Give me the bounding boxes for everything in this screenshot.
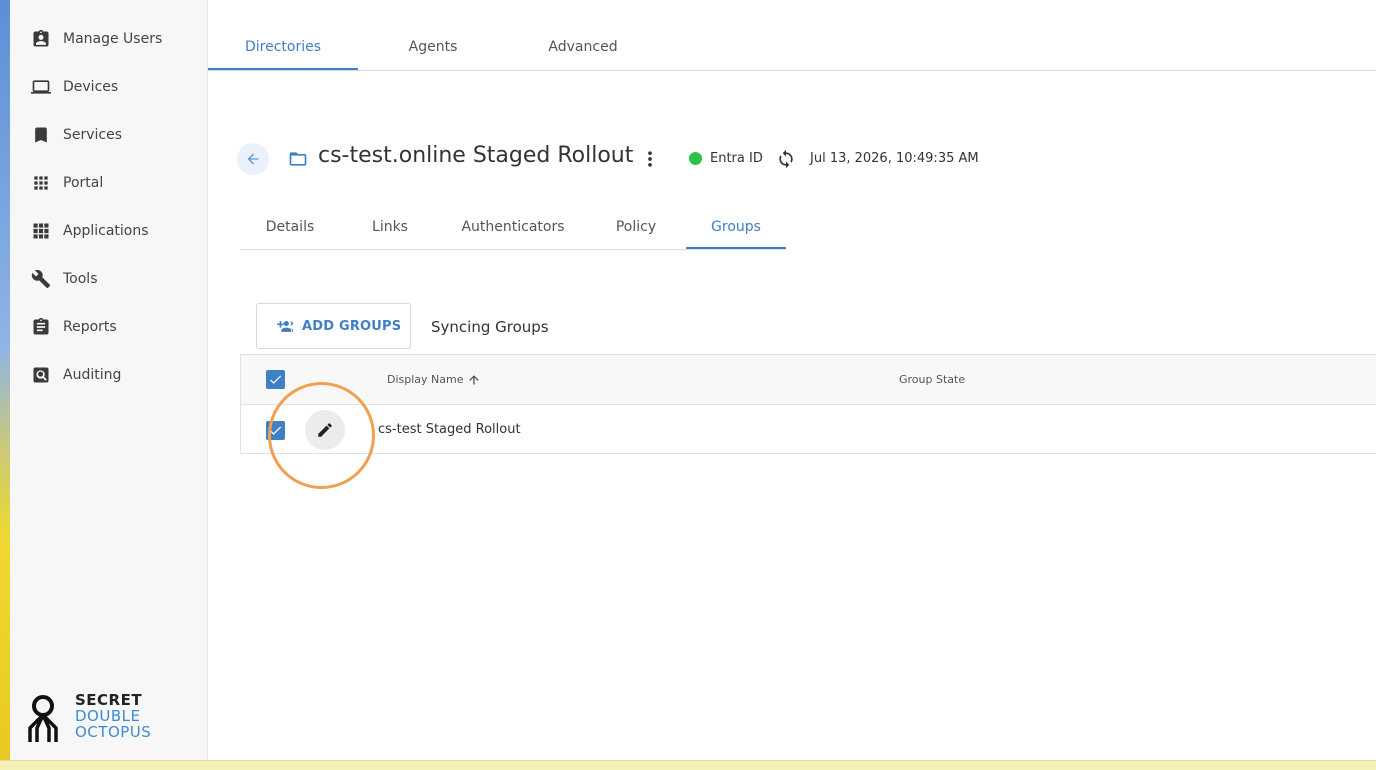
back-button[interactable] [237, 143, 269, 175]
sidebar-item-label: Auditing [63, 367, 122, 383]
edit-row-button[interactable] [305, 410, 345, 450]
check-icon [270, 375, 282, 384]
kebab-menu-icon [648, 151, 652, 167]
tab-links[interactable]: Links [340, 206, 440, 249]
more-options-button[interactable] [640, 148, 660, 170]
sidebar: Manage Users Devices Services Portal App… [10, 0, 208, 760]
sidebar-item-portal[interactable]: Portal [10, 163, 207, 203]
top-tab-bar: Directories Agents Advanced [208, 24, 1376, 71]
sidebar-item-auditing[interactable]: Auditing [10, 355, 207, 395]
groups-table: Display Name Group State cs-test Staged … [240, 354, 1376, 454]
group-display-name: cs-test Staged Rollout [378, 422, 521, 437]
status-indicator [689, 152, 702, 165]
bookmark-icon [30, 124, 52, 146]
pencil-icon [318, 423, 332, 437]
user-badge-icon [30, 28, 52, 50]
sidebar-item-reports[interactable]: Reports [10, 307, 207, 347]
page-title: cs-test.online Staged Rollout [318, 143, 634, 168]
arrow-left-icon [247, 153, 259, 165]
search-box-icon [30, 364, 52, 386]
sync-button[interactable] [776, 149, 796, 169]
clipboard-icon [30, 316, 52, 338]
tab-details[interactable]: Details [240, 206, 340, 249]
add-groups-button[interactable]: ADD GROUPS [256, 303, 411, 349]
sidebar-item-label: Applications [63, 223, 149, 239]
folder-icon [288, 149, 308, 169]
sidebar-item-label: Tools [63, 271, 98, 287]
sort-ascending-icon[interactable] [467, 372, 481, 386]
laptop-icon [30, 76, 52, 98]
column-header-group-state[interactable]: Group State [899, 373, 965, 386]
tab-directories[interactable]: Directories [208, 24, 358, 70]
sidebar-item-label: Services [63, 127, 123, 143]
check-icon [270, 426, 282, 435]
syncing-groups-label: Syncing Groups [431, 318, 549, 336]
grid-icon [30, 172, 52, 194]
add-groups-label: ADD GROUPS [302, 319, 402, 334]
tab-agents[interactable]: Agents [358, 24, 508, 70]
logo-text-double: DOUBLE [75, 707, 141, 725]
directory-provider: Entra ID [710, 151, 763, 166]
sidebar-item-label: Portal [63, 175, 104, 191]
select-all-checkbox[interactable] [266, 370, 285, 389]
tab-groups[interactable]: Groups [686, 206, 786, 249]
apps-icon [30, 220, 52, 242]
wrench-icon [30, 268, 52, 290]
tab-policy[interactable]: Policy [586, 206, 686, 249]
sidebar-item-devices[interactable]: Devices [10, 67, 207, 107]
tab-authenticators[interactable]: Authenticators [440, 206, 586, 249]
column-header-display-name[interactable]: Display Name [387, 373, 464, 386]
logo-text-octopus: OCTOPUS [75, 723, 152, 741]
octopus-logo-icon [28, 695, 58, 742]
logo-text-secret: SECRET [75, 691, 143, 709]
tab-advanced[interactable]: Advanced [508, 24, 658, 70]
secret-double-octopus-logo: SECRET DOUBLE OCTOPUS [24, 692, 174, 748]
sidebar-item-tools[interactable]: Tools [10, 259, 207, 299]
sidebar-item-manage-users[interactable]: Manage Users [10, 19, 207, 59]
sidebar-item-label: Devices [63, 79, 119, 95]
table-header: Display Name Group State [241, 355, 1376, 405]
sidebar-item-applications[interactable]: Applications [10, 211, 207, 251]
directory-sub-tabs: Details Links Authenticators Policy Grou… [240, 206, 786, 250]
table-row[interactable]: cs-test Staged Rollout [241, 406, 1376, 454]
desktop-wallpaper [0, 0, 10, 770]
last-sync-timestamp: Jul 13, 2026, 10:49:35 AM [810, 151, 979, 166]
row-checkbox[interactable] [266, 421, 285, 440]
sidebar-item-label: Reports [63, 319, 117, 335]
sidebar-item-label: Manage Users [63, 31, 163, 47]
add-group-icon [273, 318, 293, 334]
sidebar-item-services[interactable]: Services [10, 115, 207, 155]
taskbar [0, 760, 1376, 770]
sync-icon [779, 149, 793, 169]
